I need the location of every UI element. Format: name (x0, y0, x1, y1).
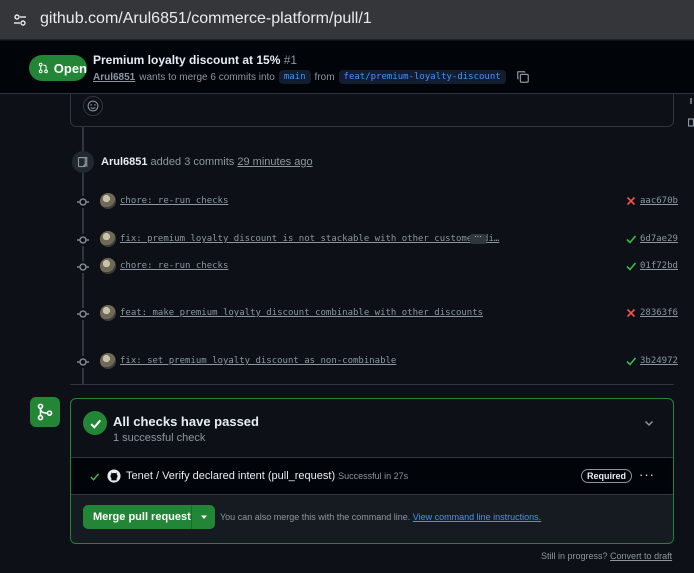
commit-sha[interactable]: 01f72bd (640, 261, 678, 271)
merge-button-group: Merge pull request (83, 505, 215, 529)
merge-hint: You can also merge this with the command… (220, 512, 541, 522)
pr-title-text: Premium loyalty discount at 15% (93, 53, 281, 67)
chevron-down-icon[interactable] (643, 417, 655, 429)
add-reaction-icon[interactable] (83, 96, 103, 116)
convert-to-draft-link[interactable]: Convert to draft (610, 551, 672, 561)
kebab-menu-icon[interactable]: ··· (639, 467, 655, 482)
merge-options-dropdown[interactable] (191, 505, 215, 529)
checks-title: All checks have passed (113, 414, 259, 429)
comment-box-partial (70, 94, 674, 127)
browser-address-bar: github.com/Arul6851/commerce-platform/pu… (0, 0, 694, 40)
merge-pull-request-button[interactable]: Merge pull request (83, 511, 191, 523)
git-merge-icon (30, 397, 60, 427)
base-branch[interactable]: main (278, 70, 311, 84)
pr-header: Open Premium loyalty discount at 15% #1 … (0, 41, 694, 94)
merge-box: All checks have passed 1 successful chec… (70, 398, 674, 544)
commit-message[interactable]: feat: make premium loyalty discount comb… (120, 308, 483, 318)
pr-state-label: Open (53, 60, 87, 76)
success-icon (90, 473, 100, 481)
commit-dot-icon (77, 196, 89, 208)
url-path: /Arul6851/commerce-platform/pull/1 (118, 10, 372, 27)
check-circle-icon (83, 411, 107, 435)
progress-text: Still in progress? (541, 551, 608, 561)
site-settings-icon[interactable] (8, 8, 32, 32)
required-badge: Required (581, 469, 633, 483)
event-author[interactable]: Arul6851 (101, 156, 147, 168)
pr-number: #1 (283, 53, 298, 67)
avatar[interactable] (100, 258, 116, 274)
commit-message[interactable]: fix: premium loyalty discount is not sta… (120, 234, 499, 244)
check-item[interactable]: Tenet / Verify declared intent (pull_req… (71, 457, 673, 495)
pr-title: Premium loyalty discount at 15% #1 (93, 53, 297, 67)
pr-from-text: from (314, 71, 335, 83)
commit-dot-icon (77, 308, 89, 320)
sidebar-edge-icon (688, 98, 694, 127)
pr-subtitle: Arul6851 wants to merge 6 commits into m… (93, 70, 530, 84)
url-host: github.com (40, 10, 119, 27)
success-icon[interactable] (625, 355, 637, 367)
timeline-event: Arul6851 added 3 commits 29 minutes ago (101, 156, 313, 168)
commit-sha[interactable]: 3b24972 (640, 356, 678, 366)
commit-dot-icon (77, 234, 89, 246)
event-time[interactable]: 29 minutes ago (237, 156, 312, 168)
check-duration: Successful in 27s (338, 471, 409, 481)
url-text[interactable]: github.com/Arul6851/commerce-platform/pu… (40, 10, 372, 28)
commit-row: fix: premium loyalty discount is not sta… (70, 231, 678, 249)
checks-summary[interactable]: All checks have passed 1 successful chec… (71, 399, 673, 457)
event-text: added 3 commits (150, 156, 235, 168)
commit-message[interactable]: chore: re-run checks (120, 261, 228, 271)
pr-merge-text: wants to merge 6 commits into (139, 71, 275, 83)
commit-sha[interactable]: aac670b (640, 196, 678, 206)
commit-sha[interactable]: 6d7ae29 (640, 234, 678, 244)
triangle-down-icon (200, 515, 207, 519)
merge-actions: Merge pull request You can also merge th… (71, 495, 673, 543)
draft-note: Still in progress? Convert to draft (541, 551, 672, 561)
push-icon (72, 151, 94, 173)
head-branch[interactable]: feat/premium-loyalty-discount (338, 70, 506, 84)
avatar[interactable] (100, 193, 116, 209)
avatar[interactable] (100, 231, 116, 247)
command-line-instructions-link[interactable]: View command line instructions. (413, 512, 541, 522)
avatar[interactable] (100, 305, 116, 321)
failure-icon[interactable] (625, 307, 637, 319)
commit-message[interactable]: fix: set premium loyalty discount as non… (120, 356, 396, 366)
commit-dot-icon (77, 356, 89, 368)
commit-dot-icon (77, 261, 89, 273)
check-name[interactable]: Tenet / Verify declared intent (pull_req… (126, 470, 408, 482)
pr-state-badge: Open (29, 55, 87, 81)
commit-row: feat: make premium loyalty discount comb… (70, 305, 678, 323)
commit-row: fix: set premium loyalty discount as non… (70, 353, 678, 371)
avatar[interactable] (100, 353, 116, 369)
commit-message[interactable]: chore: re-run checks (120, 196, 228, 206)
commit-sha[interactable]: 28363f6 (640, 308, 678, 318)
commit-row: chore: re-run checks aac670b (70, 193, 678, 211)
pull-request-icon (38, 62, 48, 74)
failure-icon[interactable] (625, 195, 637, 207)
github-icon (107, 469, 121, 483)
commit-row: chore: re-run checks 01f72bd (70, 258, 678, 276)
pr-author-link[interactable]: Arul6851 (93, 72, 135, 83)
check-name-text: Tenet / Verify declared intent (pull_req… (126, 470, 336, 482)
checks-subtitle: 1 successful check (113, 432, 206, 444)
copy-icon[interactable] (516, 70, 530, 84)
timeline-divider (70, 384, 674, 385)
success-icon[interactable] (625, 260, 637, 272)
success-icon[interactable] (625, 233, 637, 245)
expand-commit-button[interactable]: ··· (470, 233, 486, 244)
merge-hint-text: You can also merge this with the command… (220, 512, 411, 522)
